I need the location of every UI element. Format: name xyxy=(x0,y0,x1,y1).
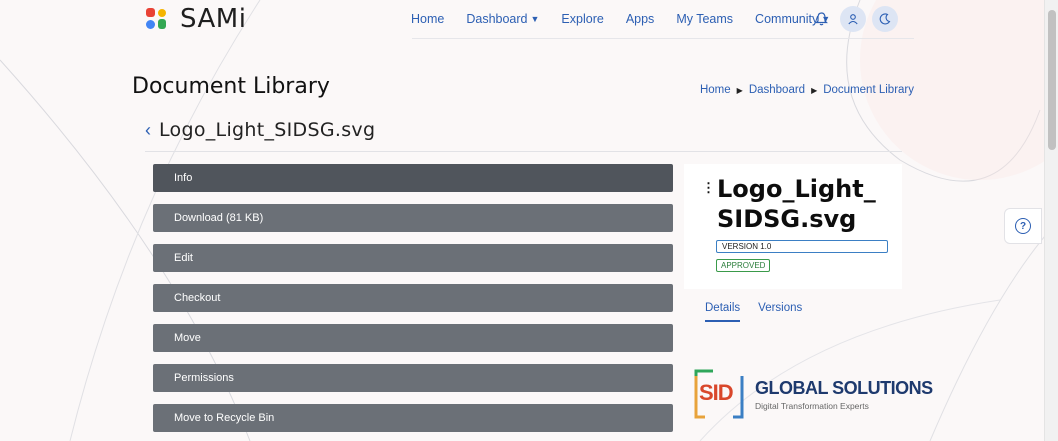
breadcrumb-dashboard[interactable]: Dashboard xyxy=(749,84,805,96)
action-edit[interactable]: Edit xyxy=(153,244,673,272)
detail-tabs: Details Versions xyxy=(705,302,820,322)
version-badge: VERSION 1.0 xyxy=(716,240,888,253)
question-icon: ? xyxy=(1015,218,1031,234)
tab-details[interactable]: Details xyxy=(705,302,741,322)
action-move-to-recycle-bin[interactable]: Move to Recycle Bin xyxy=(153,404,673,432)
document-title: Logo_Light_SIDSG.svg xyxy=(159,119,376,141)
nav-home[interactable]: Home xyxy=(411,12,444,26)
scrollbar[interactable] xyxy=(1044,0,1058,441)
document-preview: SID GLOBAL SOLUTIONS Digital Transformat… xyxy=(693,368,933,420)
nav-my-teams[interactable]: My Teams xyxy=(676,12,733,26)
nav-dashboard[interactable]: Dashboard ▼ xyxy=(466,12,539,26)
header-divider xyxy=(412,38,914,39)
action-checkout[interactable]: Checkout xyxy=(153,284,673,312)
document-card: ⋮ Logo_Light_ SIDSG.svg VERSION 1.0 APPR… xyxy=(684,164,902,289)
title-divider xyxy=(145,151,902,152)
action-list: Info Download (81 KB) Edit Checkout Move… xyxy=(153,164,673,441)
user-icon[interactable] xyxy=(840,6,866,32)
sid-headline: GLOBAL SOLUTIONS xyxy=(755,377,933,398)
sid-tagline: Digital Transformation Experts xyxy=(755,400,869,411)
tab-versions[interactable]: Versions xyxy=(758,302,802,322)
sami-logo-icon xyxy=(146,8,168,30)
document-header: ‹ Logo_Light_SIDSG.svg xyxy=(145,119,375,141)
app-name: SAMi xyxy=(180,4,247,34)
sid-mark-text: SID xyxy=(699,380,734,405)
more-options-icon[interactable]: ⋮ xyxy=(702,180,715,196)
top-nav: Home Dashboard ▼ Explore Apps My Teams Co… xyxy=(411,12,852,26)
action-download[interactable]: Download (81 KB) xyxy=(153,204,673,232)
action-permissions[interactable]: Permissions xyxy=(153,364,673,392)
help-button[interactable]: ? xyxy=(1004,208,1042,244)
chevron-down-icon: ▼ xyxy=(530,14,540,24)
action-move[interactable]: Move xyxy=(153,324,673,352)
nav-explore[interactable]: Explore xyxy=(561,12,603,26)
breadcrumb-document-library[interactable]: Document Library xyxy=(823,84,914,96)
sami-logo[interactable]: SAMi xyxy=(146,4,246,34)
header-icons xyxy=(808,6,904,32)
status-badge: APPROVED xyxy=(716,259,771,272)
breadcrumb-home[interactable]: Home xyxy=(700,84,731,96)
scrollbar-thumb[interactable] xyxy=(1048,10,1056,150)
document-card-title: Logo_Light_ SIDSG.svg xyxy=(717,175,876,233)
sid-logo-mark: SID xyxy=(693,368,745,420)
breadcrumb: Home ▶ Dashboard ▶ Document Library xyxy=(700,84,914,96)
back-chevron-icon[interactable]: ‹ xyxy=(145,120,151,141)
action-info[interactable]: Info xyxy=(153,164,673,192)
page-title: Document Library xyxy=(132,74,330,99)
caret-right-icon: ▶ xyxy=(811,85,818,95)
moon-icon[interactable] xyxy=(872,6,898,32)
nav-apps[interactable]: Apps xyxy=(626,12,655,26)
caret-right-icon: ▶ xyxy=(736,85,743,95)
bell-icon[interactable] xyxy=(808,6,834,32)
